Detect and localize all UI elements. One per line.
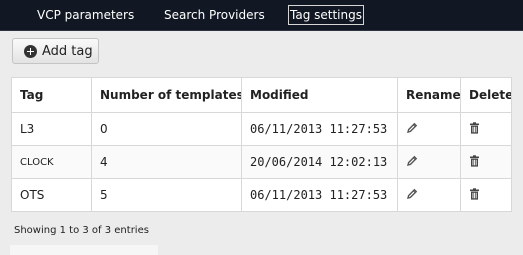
modified-cell: 20/06/2014 12:02:13: [241, 145, 398, 179]
trash-icon[interactable]: [469, 121, 480, 137]
column-header-rename: Rename: [397, 77, 461, 113]
template-count-cell: 0: [91, 112, 242, 146]
table-row: L3 0 06/11/2013 11:27:53: [11, 112, 512, 146]
add-tag-label: Add tag: [42, 43, 93, 59]
rename-cell: [397, 112, 461, 146]
column-header-tag[interactable]: Tag: [11, 77, 92, 113]
tab-tag-settings[interactable]: Tag settings: [288, 5, 364, 25]
template-count-cell: 4: [91, 145, 242, 179]
delete-cell: [460, 112, 512, 146]
table-info: Showing 1 to 3 of 3 entries: [14, 225, 149, 236]
column-header-templates[interactable]: Number of templates: [91, 77, 242, 113]
plus-circle-icon: [24, 44, 37, 58]
tag-name-cell: OTS: [11, 178, 92, 212]
delete-cell: [460, 145, 512, 179]
tab-search-providers[interactable]: Search Providers: [164, 7, 265, 23]
delete-cell: [460, 178, 512, 212]
modified-cell: 06/11/2013 11:27:53: [241, 178, 398, 212]
table-row: CLOCK 4 20/06/2014 12:02:13: [11, 145, 512, 179]
trash-icon[interactable]: [469, 187, 480, 203]
table-header-row: Tag Number of templates Modified Rename …: [11, 77, 512, 113]
table-row: OTS 5 06/11/2013 11:27:53: [11, 178, 512, 212]
trash-icon[interactable]: [469, 154, 480, 170]
footer-strip: [10, 245, 158, 255]
modified-cell: 06/11/2013 11:27:53: [241, 112, 398, 146]
tag-name-cell: L3: [11, 112, 92, 146]
tag-name-cell: CLOCK: [11, 145, 92, 179]
column-header-modified[interactable]: Modified: [241, 77, 398, 113]
pencil-icon[interactable]: [406, 155, 418, 170]
top-nav: VCP parameters Search Providers Tag sett…: [0, 0, 523, 31]
column-header-delete: Delete: [460, 77, 512, 113]
rename-cell: [397, 178, 461, 212]
pencil-icon[interactable]: [406, 122, 418, 137]
tags-table: Tag Number of templates Modified Rename …: [11, 77, 512, 212]
add-tag-button[interactable]: Add tag: [12, 38, 99, 64]
pencil-icon[interactable]: [406, 188, 418, 203]
template-count-cell: 5: [91, 178, 242, 212]
rename-cell: [397, 145, 461, 179]
tab-vcp-parameters[interactable]: VCP parameters: [37, 7, 134, 23]
